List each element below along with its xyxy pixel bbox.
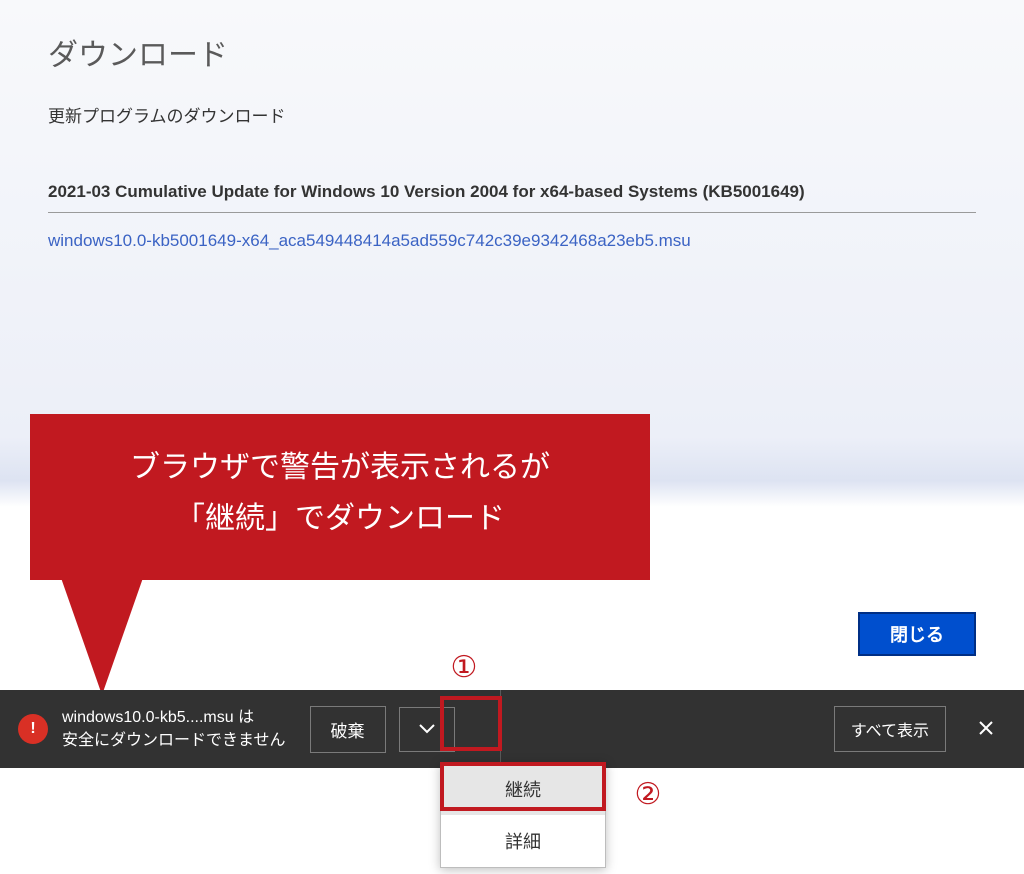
warning-icon: ! (18, 714, 48, 744)
dropdown-details[interactable]: 詳細 (441, 815, 605, 867)
download-link[interactable]: windows10.0-kb5001649-x64_aca549448414a5… (48, 231, 691, 250)
bar-divider (500, 690, 501, 768)
annotation-callout: ブラウザで警告が表示されるが 「継続」でダウンロード (30, 414, 650, 580)
dropdown-continue[interactable]: 継続 (441, 763, 605, 815)
close-button[interactable]: 閉じる (858, 612, 976, 656)
discard-button[interactable]: 破棄 (310, 706, 386, 753)
show-all-button[interactable]: すべて表示 (834, 706, 946, 752)
annotation-marker-1: ① (448, 651, 480, 683)
close-bar-button[interactable] (966, 709, 1006, 749)
update-title: 2021-03 Cumulative Update for Windows 10… (48, 182, 976, 213)
callout-tail (60, 575, 144, 695)
options-dropdown: 継続 詳細 (440, 762, 606, 868)
file-warning-text: windows10.0-kb5....msu は 安全にダウンロードできません (62, 706, 286, 752)
download-warning-bar: ! windows10.0-kb5....msu は 安全にダウンロードできませ… (0, 690, 1024, 768)
page-subtitle: 更新プログラムのダウンロード (48, 102, 976, 127)
chevron-down-icon (419, 724, 435, 734)
callout-line1: ブラウザで警告が表示されるが (50, 442, 630, 493)
file-line1: windows10.0-kb5....msu は (62, 706, 286, 729)
annotation-marker-2: ② (632, 778, 664, 810)
options-chevron-button[interactable] (399, 707, 455, 752)
callout-line2: 「継続」でダウンロード (50, 493, 630, 544)
close-icon (978, 720, 994, 736)
page-title: ダウンロード (48, 30, 976, 74)
file-line2: 安全にダウンロードできません (62, 729, 286, 752)
